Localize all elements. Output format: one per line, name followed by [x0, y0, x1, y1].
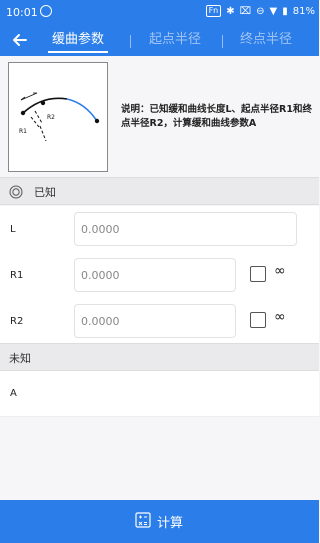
bluetooth-icon: ✱ [226, 5, 235, 17]
param-label-l: L [10, 224, 16, 235]
wifi-icon: ▼ [269, 5, 278, 17]
calculate-button[interactable]: 计算 [0, 500, 319, 543]
unknown-section-title: 未知 [9, 352, 31, 365]
app-bar: 10:01 Fn ✱ ⌧ ⊖ ▼ ▮ 81% 缓曲参数 起点半径 终点半径 [0, 0, 319, 56]
known-section-header: 已知 [0, 177, 319, 205]
status-time: 10:01 [6, 6, 38, 19]
vibrate-icon: ⌧ [239, 5, 252, 17]
tab-transition-params[interactable]: 缓曲参数 [47, 32, 109, 53]
result-label-a: A [10, 388, 17, 399]
known-section-title: 已知 [34, 186, 56, 199]
r2-infinity-checkbox[interactable] [250, 312, 266, 328]
description-text: 说明：已知缓和曲线长度L、起点半径R1和终点半径R2，计算缓和曲线参数A [121, 104, 312, 129]
battery-level: 81% [292, 5, 315, 17]
fn-icon: Fn [205, 5, 222, 17]
param-label-r2: R2 [10, 316, 24, 327]
calculate-label: 计算 [157, 516, 184, 531]
calculator-icon [135, 512, 151, 528]
r1-input[interactable]: 0.0000 [74, 258, 236, 292]
toolbar: 缓曲参数 起点半径 终点半径 [0, 24, 319, 56]
param-row-r1: R1 0.0000 ∞ [0, 252, 319, 298]
param-label-r1: R1 [10, 270, 24, 281]
tab-end-radius[interactable]: 终点半径 [240, 32, 292, 52]
r1-infinity-label: ∞ [274, 263, 286, 279]
tab-divider [222, 35, 223, 48]
diagram-label-r2: R2 [47, 114, 55, 121]
param-row-l: L 0.0000 [0, 206, 319, 252]
r2-infinity-label: ∞ [274, 309, 286, 325]
param-row-r2: R2 0.0000 ∞ [0, 298, 319, 343]
notification-icon [40, 5, 52, 17]
curve-diagram: R1 R2 [8, 62, 108, 172]
diagram-label-r1: R1 [19, 128, 27, 135]
status-bar: 10:01 Fn ✱ ⌧ ⊖ ▼ ▮ 81% [0, 0, 319, 24]
tab-start-radius[interactable]: 起点半径 [149, 32, 201, 52]
tab-divider [130, 35, 131, 48]
result-row-a: A [0, 371, 319, 417]
r1-infinity-checkbox[interactable] [250, 266, 266, 282]
curve-diagram-graphic: R1 R2 [19, 92, 100, 142]
back-arrow-icon[interactable] [8, 28, 32, 52]
r2-input[interactable]: 0.0000 [74, 304, 236, 338]
battery-icon: ▮ [282, 5, 288, 17]
l-input[interactable]: 0.0000 [74, 212, 297, 246]
status-icons: Fn ✱ ⌧ ⊖ ▼ ▮ 81% [205, 5, 315, 17]
dnd-icon: ⊖ [256, 5, 265, 17]
unknown-section-header: 未知 [0, 343, 319, 371]
target-icon [9, 185, 23, 199]
